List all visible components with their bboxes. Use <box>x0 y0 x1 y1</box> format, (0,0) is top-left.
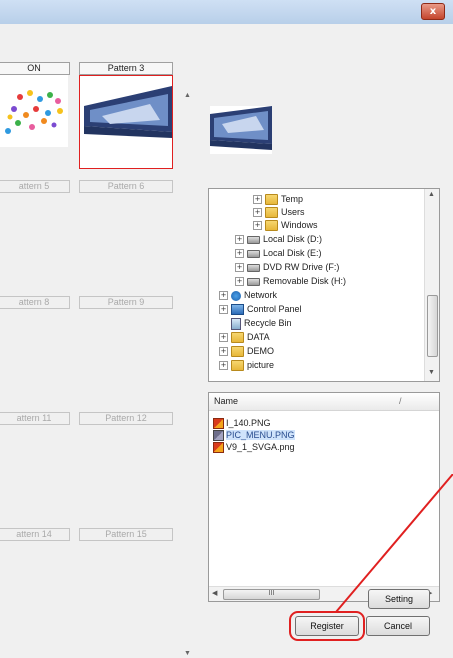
expand-icon[interactable]: + <box>235 249 244 259</box>
file-item[interactable]: I_140.PNG <box>213 417 271 430</box>
tree-scrollbar-thumb[interactable] <box>427 295 438 357</box>
dvd-icon <box>247 263 260 272</box>
tree-item-label: Recycle Bin <box>244 318 292 328</box>
pattern-tab-on[interactable]: ON <box>0 62 70 75</box>
pattern-tab-5[interactable]: attern 5 <box>0 180 70 193</box>
network-icon <box>231 290 241 301</box>
tree-item-label: DATA <box>247 332 270 342</box>
pattern-tab-8[interactable]: attern 8 <box>0 296 70 309</box>
png-file-icon <box>213 418 224 430</box>
png-file-icon <box>213 430 224 442</box>
folder-icon <box>231 360 244 372</box>
expand-icon[interactable]: + <box>219 333 228 343</box>
pattern-tab-12[interactable]: Pattern 12 <box>79 412 173 425</box>
image-preview <box>210 106 272 154</box>
file-name: V9_1_SVGA.png <box>226 442 295 452</box>
dialog-body: ON Pattern 3 attern 5 Pattern 6 attern 8… <box>0 24 453 658</box>
tree-item-data[interactable]: + DATA <box>219 331 270 344</box>
png-file-icon <box>213 442 224 454</box>
tree-item-temp[interactable]: + Temp <box>253 193 303 206</box>
tree-item-dvd-drive-f[interactable]: + DVD RW Drive (F:) <box>235 261 339 274</box>
tree-item-label: Windows <box>281 220 318 230</box>
folder-icon <box>265 194 278 206</box>
tree-item-demo[interactable]: + DEMO <box>219 345 274 358</box>
disk-icon <box>247 249 260 258</box>
tree-item-label: DVD RW Drive (F:) <box>263 262 340 272</box>
file-name: I_140.PNG <box>226 418 271 428</box>
hscroll-thumb[interactable]: III <box>223 589 320 600</box>
pattern-scrollbar[interactable]: ▲ ▼ <box>181 88 195 658</box>
tree-item-users[interactable]: + Users <box>253 206 305 219</box>
close-button[interactable]: x <box>421 3 445 20</box>
folder-icon <box>231 332 244 344</box>
expand-icon[interactable]: + <box>235 277 244 287</box>
tree-item-label: Users <box>281 207 305 217</box>
tree-item-label: Local Disk (E:) <box>263 248 322 258</box>
tree-item-removable-disk-h[interactable]: + Removable Disk (H:) <box>235 275 346 288</box>
expand-icon[interactable]: + <box>235 235 244 245</box>
removable-disk-icon <box>247 277 260 286</box>
tree-item-label: Temp <box>281 194 304 204</box>
tree-item-local-disk-e[interactable]: + Local Disk (E:) <box>235 247 322 260</box>
folder-icon <box>231 346 244 358</box>
pattern-tab-14[interactable]: attern 14 <box>0 528 70 541</box>
pattern-tab-9[interactable]: Pattern 9 <box>79 296 173 309</box>
folder-icon <box>265 207 278 219</box>
expand-icon[interactable]: + <box>219 291 228 301</box>
file-item-selected[interactable]: PIC_MENU.PNG <box>213 429 295 442</box>
scroll-left-arrow-icon[interactable]: ◀ <box>212 589 217 597</box>
file-item[interactable]: V9_1_SVGA.png <box>213 441 295 454</box>
tree-item-label: Removable Disk (H:) <box>263 276 347 286</box>
file-name: PIC_MENU.PNG <box>226 430 295 440</box>
tree-item-label: Local Disk (D:) <box>263 234 323 244</box>
expand-icon[interactable]: + <box>219 361 228 371</box>
tree-item-label: Network <box>244 290 278 300</box>
expand-icon[interactable]: + <box>253 195 262 205</box>
recycle-bin-icon <box>231 317 241 330</box>
tree-item-local-disk-d[interactable]: + Local Disk (D:) <box>235 233 322 246</box>
pattern-tab-11[interactable]: attern 11 <box>0 412 70 425</box>
tree-item-windows[interactable]: + Windows <box>253 219 318 232</box>
expand-icon[interactable]: + <box>235 263 244 273</box>
tree-item-picture[interactable]: + picture <box>219 359 274 372</box>
disk-icon <box>247 235 260 244</box>
pattern-tab-6[interactable]: Pattern 6 <box>79 180 173 193</box>
control-panel-icon <box>231 304 244 316</box>
pattern-tab-15[interactable]: Pattern 15 <box>79 528 173 541</box>
scroll-down-arrow-icon[interactable]: ▼ <box>184 650 191 657</box>
expand-icon[interactable]: + <box>219 305 228 315</box>
cancel-button[interactable]: Cancel <box>366 616 430 636</box>
expand-icon[interactable]: + <box>219 347 228 357</box>
annotation-arrow <box>335 474 453 613</box>
scroll-up-arrow-icon[interactable]: ▲ <box>184 92 191 99</box>
pattern-thumbnail-3[interactable] <box>79 75 173 169</box>
pattern-tab-3[interactable]: Pattern 3 <box>79 62 173 75</box>
tree-item-network[interactable]: + Network <box>219 289 277 302</box>
candy-image <box>5 90 63 134</box>
folder-tree[interactable]: + Temp + Users + Windows + Local Disk (D:) +… <box>208 188 440 382</box>
tree-item-control-panel[interactable]: + Control Panel <box>219 303 302 316</box>
sort-indicator-icon: / <box>399 396 402 406</box>
tree-item-recycle-bin[interactable]: Recycle Bin <box>231 317 292 330</box>
title-bar: x <box>0 0 453 25</box>
tree-item-label: picture <box>247 360 275 370</box>
scroll-down-arrow-icon[interactable]: ▼ <box>428 369 435 376</box>
expand-icon[interactable]: + <box>253 208 262 218</box>
tree-scrollbar[interactable]: ▲ ▼ <box>424 189 439 381</box>
pattern-3-image <box>84 86 172 138</box>
pattern-thumbnail-on[interactable] <box>0 75 68 147</box>
column-header-label: Name <box>214 396 239 406</box>
tree-item-label: DEMO <box>247 346 274 356</box>
tree-item-label: Control Panel <box>247 304 302 314</box>
preview-image <box>210 106 272 150</box>
scroll-up-arrow-icon[interactable]: ▲ <box>428 191 435 198</box>
name-column-header[interactable]: Name / <box>209 393 439 411</box>
expand-icon[interactable]: + <box>253 221 262 231</box>
folder-icon <box>265 220 278 232</box>
